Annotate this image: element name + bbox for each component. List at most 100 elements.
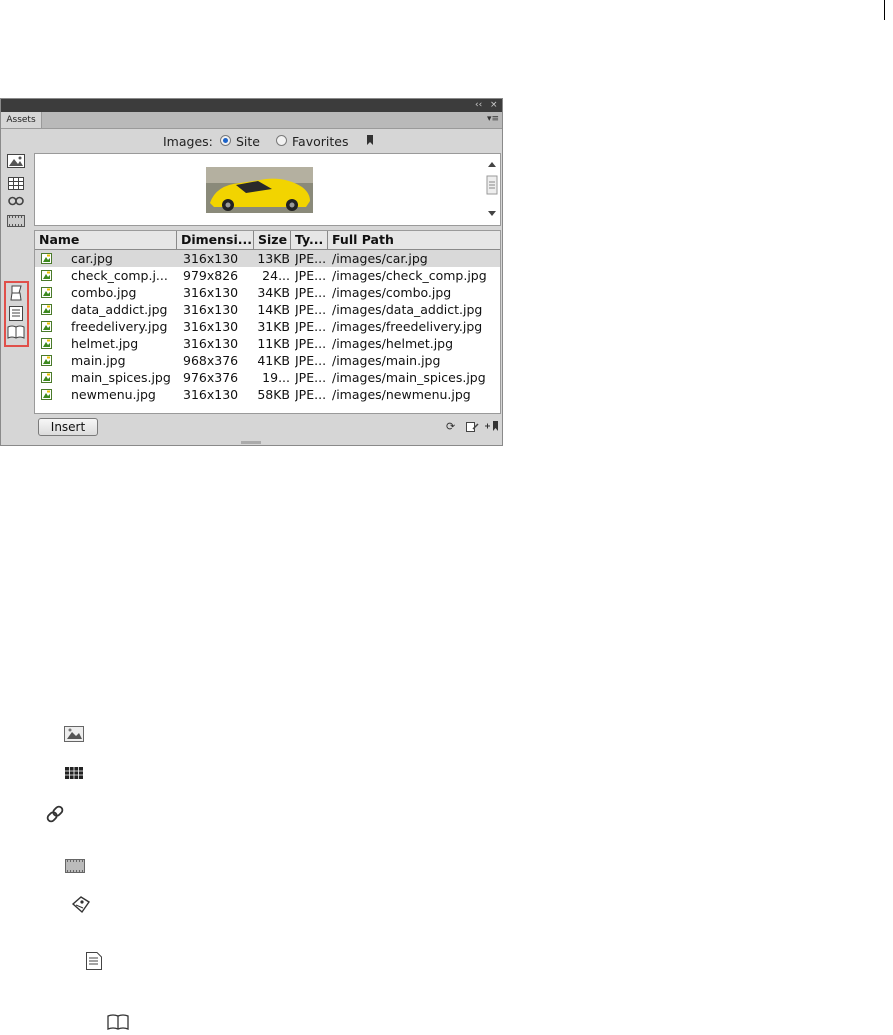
table-cell-path: /images/freedelivery.jpg bbox=[332, 319, 483, 334]
table-row[interactable]: check_comp.j... 979x826 24... JPE... /images… bbox=[35, 267, 500, 284]
table-cell-path: /images/main_spices.jpg bbox=[332, 370, 486, 385]
bookmark-icon[interactable] bbox=[367, 135, 373, 145]
colors-icon[interactable] bbox=[6, 175, 26, 191]
column-header-name[interactable]: Name bbox=[35, 231, 177, 249]
table-cell-name: main.jpg bbox=[71, 353, 126, 368]
column-header-dimensions[interactable]: Dimensi... bbox=[177, 231, 254, 249]
favorites-radio[interactable] bbox=[276, 135, 287, 146]
table-cell-path: /images/check_comp.jpg bbox=[332, 268, 487, 283]
tab-row: Assets ▾≡ bbox=[1, 112, 502, 129]
table-cell-type: JPE... bbox=[295, 285, 327, 300]
panel-title-bar: ‹‹ × bbox=[1, 99, 502, 112]
category-sidebar bbox=[3, 149, 31, 439]
car-thumbnail-image bbox=[206, 167, 313, 213]
assets-panel: ‹‹ × Assets ▾≡ Images: Site Favorites Na… bbox=[0, 98, 503, 446]
table-row[interactable]: car.jpg 316x130 13KB JPE... /images/car.jpg bbox=[35, 250, 500, 267]
library-icon[interactable] bbox=[6, 305, 26, 321]
table-body: car.jpg 316x130 13KB JPE.../images/car.jpg c… bbox=[35, 250, 500, 403]
table-header: Name Dimensi... Size Ty... Full Path bbox=[35, 231, 500, 250]
image-file-icon bbox=[41, 253, 52, 264]
panel-menu-icon[interactable]: ▾≡ bbox=[487, 114, 499, 124]
table-cell-size: 11KB bbox=[257, 336, 290, 351]
site-radio-label: Site bbox=[236, 134, 260, 149]
image-file-icon bbox=[41, 304, 52, 315]
collapse-icon[interactable]: ‹‹ bbox=[475, 100, 482, 111]
assets-table: Name Dimensi... Size Ty... Full Path car… bbox=[34, 230, 501, 414]
media-icon[interactable] bbox=[6, 213, 26, 229]
table-row[interactable]: helmet.jpg 316x130 11KB JPE... /images/helme… bbox=[35, 335, 500, 352]
table-cell-dim: 976x376 bbox=[183, 370, 239, 385]
column-header-full-path[interactable]: Full Path bbox=[328, 231, 500, 249]
table-cell-name: combo.jpg bbox=[71, 285, 137, 300]
table-cell-name: main_spices.jpg bbox=[71, 370, 171, 385]
book-icon bbox=[106, 1013, 130, 1031]
table-cell-type: JPE... bbox=[295, 370, 327, 385]
table-cell-size: 19... bbox=[262, 370, 290, 385]
column-header-type[interactable]: Ty... bbox=[291, 231, 328, 249]
table-cell-name: freedelivery.jpg bbox=[71, 319, 168, 334]
film-icon bbox=[64, 858, 86, 874]
table-cell-dim: 316x130 bbox=[183, 285, 239, 300]
table-cell-type: JPE... bbox=[295, 353, 327, 368]
table-row[interactable]: freedelivery.jpg 316x130 31KB JPE... /images… bbox=[35, 318, 500, 335]
table-cell-size: 58KB bbox=[257, 387, 290, 402]
table-cell-name: car.jpg bbox=[71, 251, 113, 266]
table-cell-type: JPE... bbox=[295, 336, 327, 351]
table-row[interactable]: main.jpg 968x376 41KB JPE... /images/main.jp… bbox=[35, 352, 500, 369]
bottom-toolbar: Insert ⟳ bbox=[34, 417, 501, 439]
document-icon bbox=[84, 951, 104, 971]
table-cell-name: data_addict.jpg bbox=[71, 302, 168, 317]
urls-icon[interactable] bbox=[6, 193, 26, 209]
image-file-icon bbox=[41, 372, 52, 383]
image-file-icon bbox=[41, 338, 52, 349]
image-file-icon bbox=[41, 355, 52, 366]
column-header-size[interactable]: Size bbox=[254, 231, 291, 249]
edit-icon[interactable] bbox=[466, 421, 479, 433]
close-icon[interactable]: × bbox=[490, 100, 498, 111]
table-cell-type: JPE... bbox=[295, 268, 327, 283]
table-cell-size: 13KB bbox=[257, 251, 290, 266]
images-filter-bar: Images: Site Favorites bbox=[31, 132, 502, 150]
table-row[interactable]: main_spices.jpg 976x376 19... JPE... /images… bbox=[35, 369, 500, 386]
table-cell-path: /images/car.jpg bbox=[332, 251, 428, 266]
templates-icon[interactable] bbox=[6, 285, 26, 301]
table-cell-size: 41KB bbox=[257, 353, 290, 368]
image-file-icon bbox=[41, 270, 52, 281]
table-cell-size: 14KB bbox=[257, 302, 290, 317]
tab-assets[interactable]: Assets bbox=[1, 112, 42, 128]
image-file-icon bbox=[41, 389, 52, 400]
add-to-favorites-icon[interactable] bbox=[485, 420, 499, 432]
table-cell-name: newmenu.jpg bbox=[71, 387, 156, 402]
insert-button[interactable]: Insert bbox=[38, 418, 98, 436]
table-cell-dim: 316x130 bbox=[183, 336, 239, 351]
table-cell-dim: 979x826 bbox=[183, 268, 239, 283]
table-row[interactable]: data_addict.jpg 316x130 14KB JPE... /images/… bbox=[35, 301, 500, 318]
table-cell-dim: 316x130 bbox=[183, 251, 239, 266]
table-row[interactable]: newmenu.jpg 316x130 58KB JPE... /images/newm… bbox=[35, 386, 500, 403]
snippets-icon[interactable] bbox=[6, 324, 26, 340]
table-cell-path: /images/newmenu.jpg bbox=[332, 387, 471, 402]
table-cell-type: JPE... bbox=[295, 251, 327, 266]
site-radio[interactable] bbox=[220, 135, 231, 146]
table-cell-name: check_comp.j... bbox=[71, 268, 168, 283]
preview-scrollbar[interactable] bbox=[484, 154, 500, 225]
table-cell-dim: 316x130 bbox=[183, 302, 239, 317]
images-label: Images: bbox=[163, 134, 213, 149]
table-cell-type: JPE... bbox=[295, 302, 327, 317]
table-cell-size: 24... bbox=[262, 268, 290, 283]
refresh-icon[interactable]: ⟳ bbox=[446, 420, 455, 433]
link-icon bbox=[44, 803, 66, 825]
table-cell-dim: 968x376 bbox=[183, 353, 239, 368]
table-grid-icon bbox=[64, 765, 84, 780]
image-icon bbox=[64, 725, 84, 742]
table-cell-dim: 316x130 bbox=[183, 319, 239, 334]
table-row[interactable]: combo.jpg 316x130 34KB JPE... /images/combo.… bbox=[35, 284, 500, 301]
resize-grip[interactable] bbox=[241, 441, 261, 444]
table-cell-type: JPE... bbox=[295, 319, 327, 334]
table-cell-path: /images/helmet.jpg bbox=[332, 336, 454, 351]
table-cell-path: /images/data_addict.jpg bbox=[332, 302, 483, 317]
favorites-radio-label: Favorites bbox=[292, 134, 349, 149]
images-icon[interactable] bbox=[6, 153, 26, 169]
image-file-icon bbox=[41, 321, 52, 332]
table-cell-dim: 316x130 bbox=[183, 387, 239, 402]
